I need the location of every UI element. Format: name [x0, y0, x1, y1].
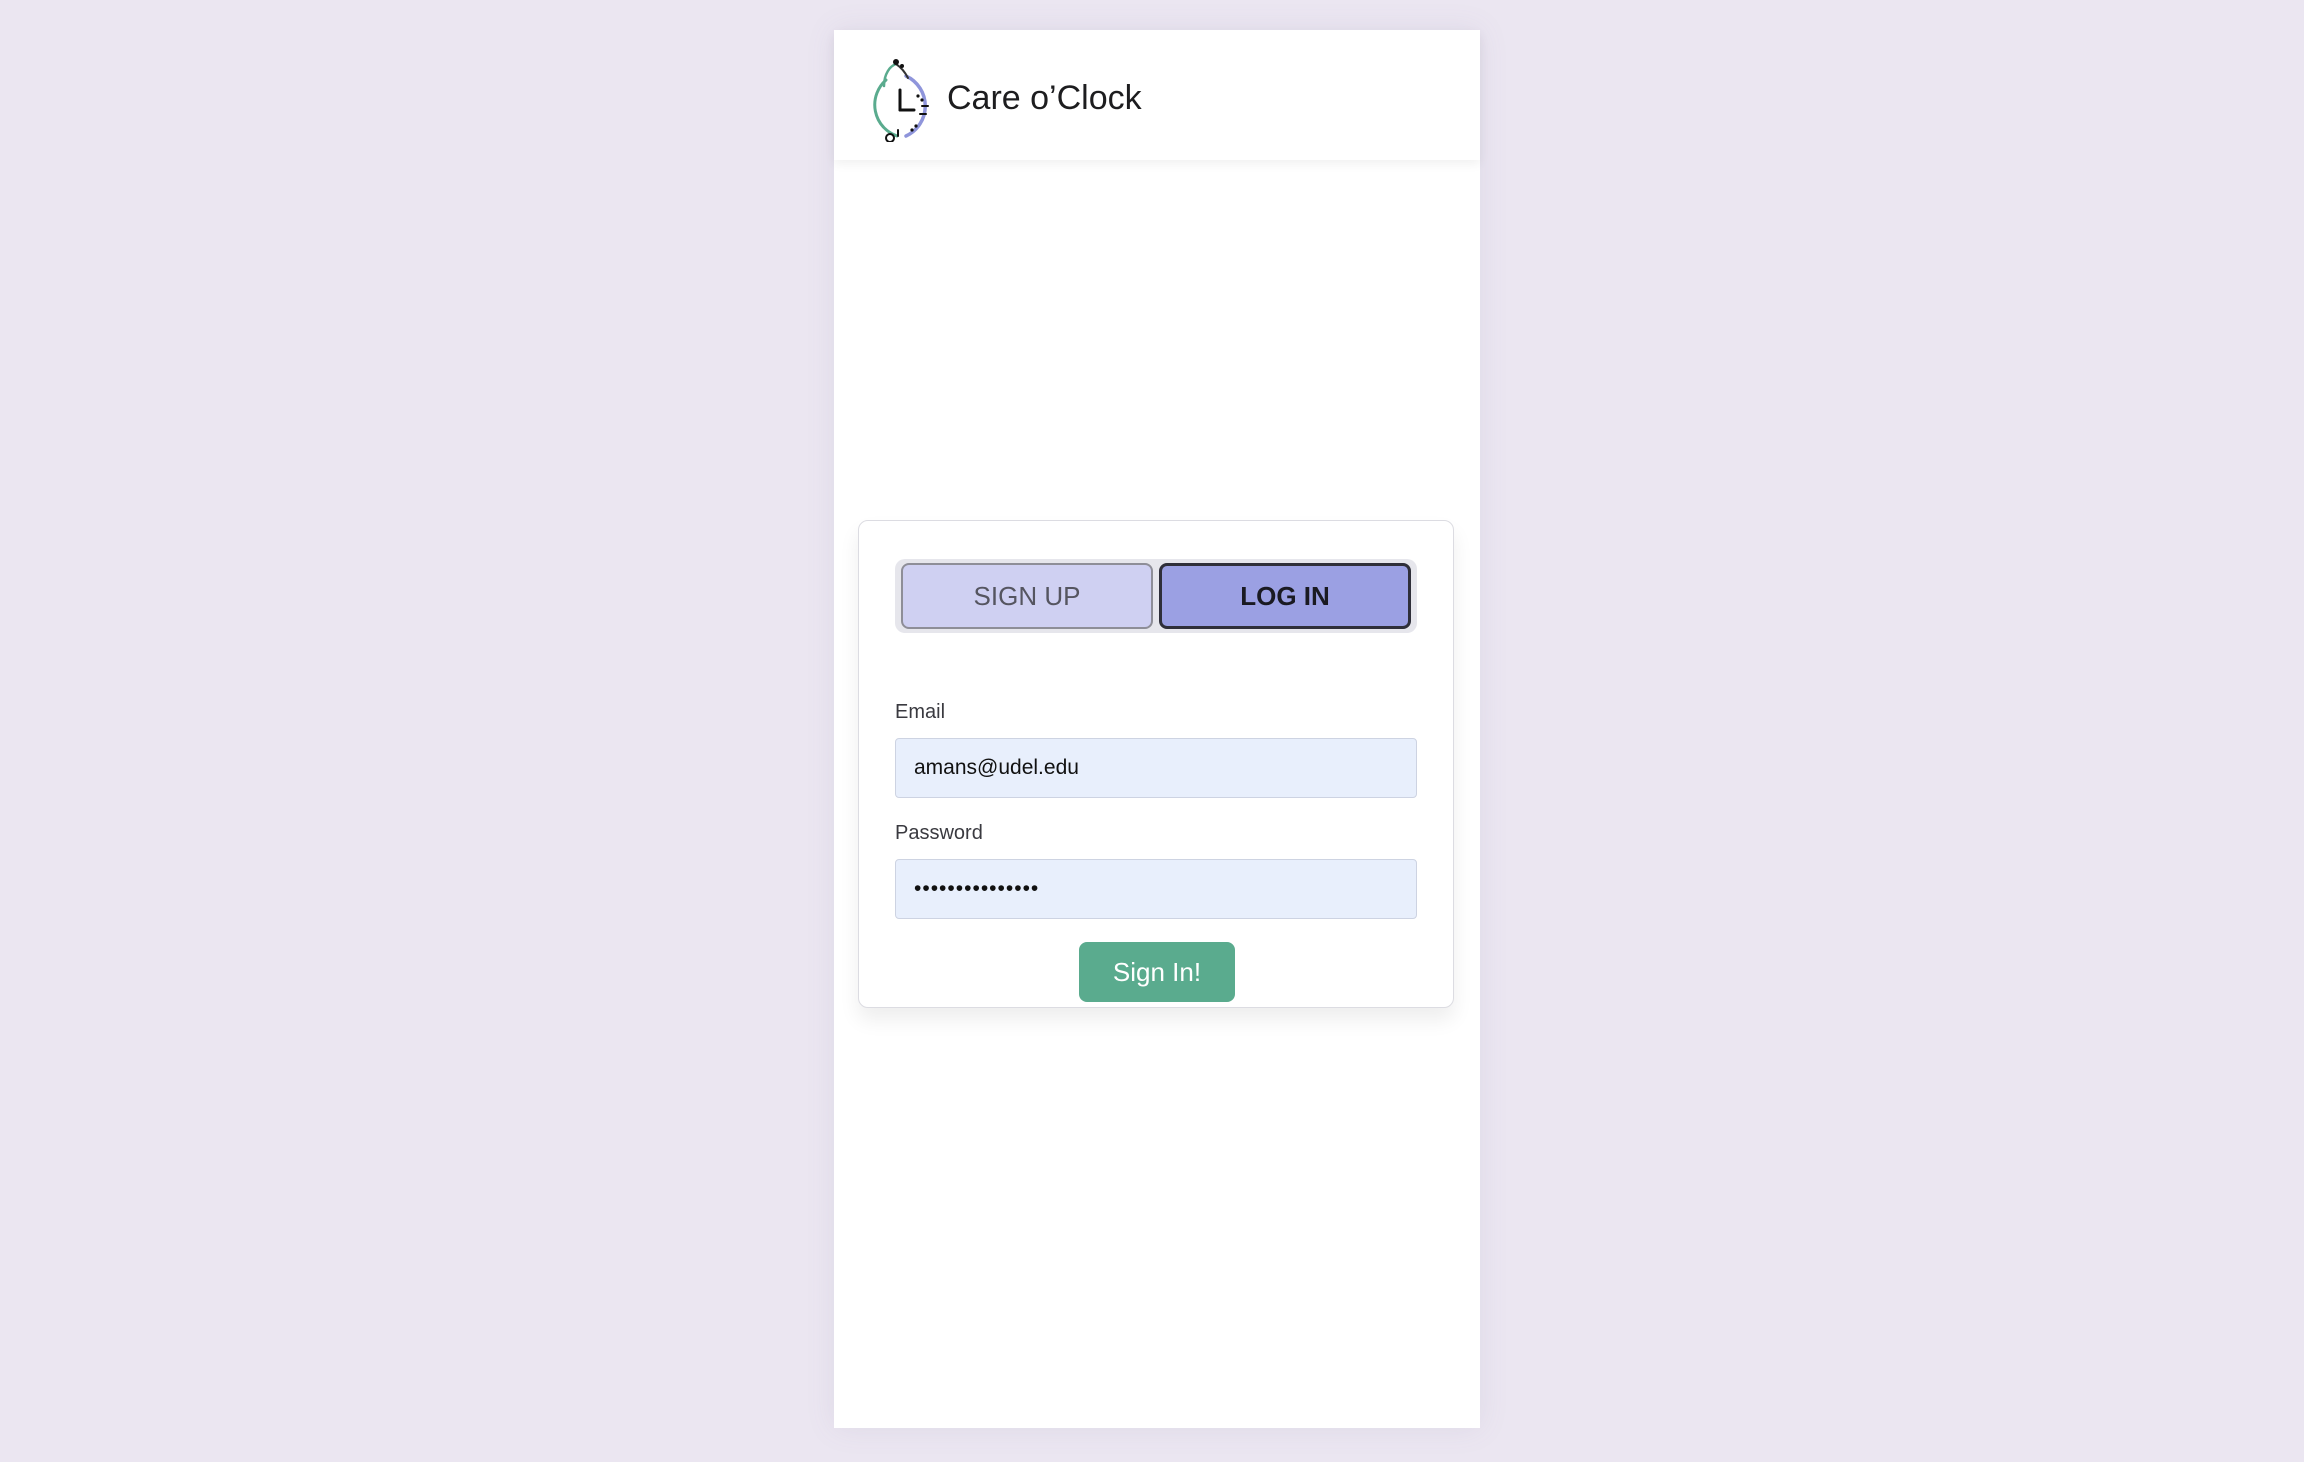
app-screen: Care o’Clock SIGN UP LOG IN Email Passwo…: [834, 30, 1480, 1428]
app-header: Care o’Clock: [834, 30, 1480, 160]
password-field[interactable]: [895, 859, 1417, 919]
app-title: Care o’Clock: [947, 79, 1142, 117]
clock-logo-icon: [873, 59, 929, 142]
signup-tab[interactable]: SIGN UP: [901, 563, 1153, 629]
auth-mode-toggle: SIGN UP LOG IN: [895, 559, 1417, 633]
password-label: Password: [895, 822, 983, 844]
login-card: SIGN UP LOG IN Email Password Sign In!: [858, 520, 1454, 1008]
email-label: Email: [895, 701, 946, 723]
sign-in-button[interactable]: Sign In!: [1079, 942, 1235, 1002]
email-field[interactable]: [895, 738, 1417, 798]
login-tab[interactable]: LOG IN: [1159, 563, 1411, 629]
